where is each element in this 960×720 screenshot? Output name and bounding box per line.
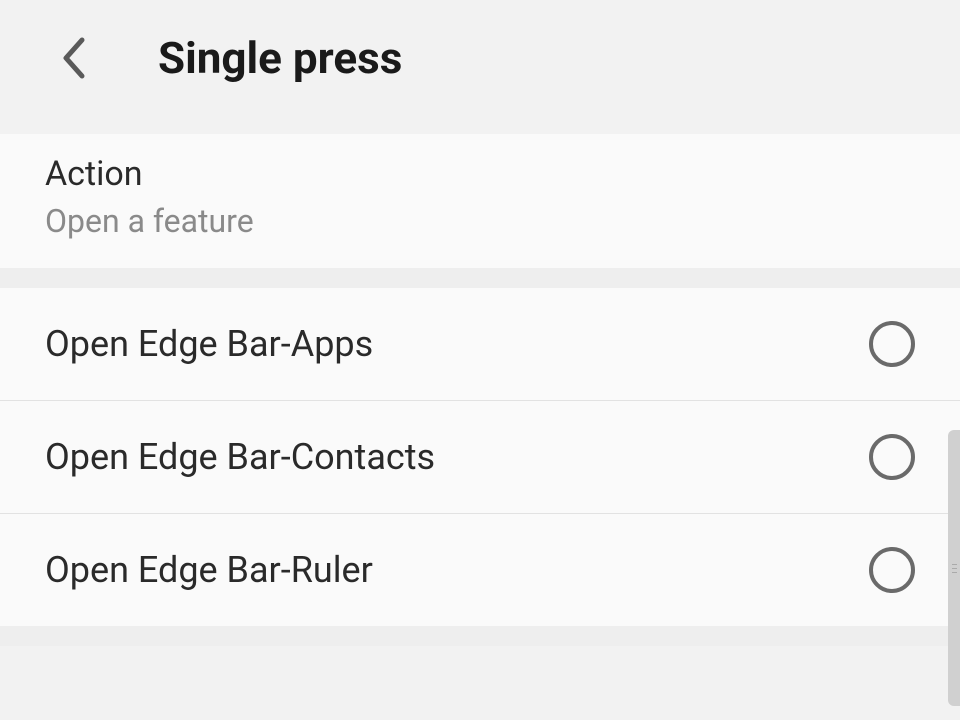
header: Single press <box>0 0 960 134</box>
radio-icon[interactable] <box>869 547 915 593</box>
option-edge-bar-contacts[interactable]: Open Edge Bar-Contacts <box>0 401 960 514</box>
action-label: Action <box>45 154 915 194</box>
radio-icon[interactable] <box>869 321 915 367</box>
scrollbar[interactable] <box>948 430 960 706</box>
options-list: Open Edge Bar-Apps Open Edge Bar-Contact… <box>0 288 960 626</box>
option-edge-bar-apps[interactable]: Open Edge Bar-Apps <box>0 288 960 401</box>
option-label: Open Edge Bar-Ruler <box>45 549 373 591</box>
option-label: Open Edge Bar-Apps <box>45 323 373 365</box>
section-divider <box>0 268 960 288</box>
bottom-divider <box>0 626 960 646</box>
page-title: Single press <box>158 32 402 84</box>
action-section[interactable]: Action Open a feature <box>0 134 960 268</box>
back-icon[interactable] <box>60 36 88 80</box>
action-subtitle: Open a feature <box>45 202 915 240</box>
option-label: Open Edge Bar-Contacts <box>45 436 435 478</box>
scrollbar-grip-icon <box>952 564 957 573</box>
option-edge-bar-ruler[interactable]: Open Edge Bar-Ruler <box>0 514 960 626</box>
radio-icon[interactable] <box>869 434 915 480</box>
